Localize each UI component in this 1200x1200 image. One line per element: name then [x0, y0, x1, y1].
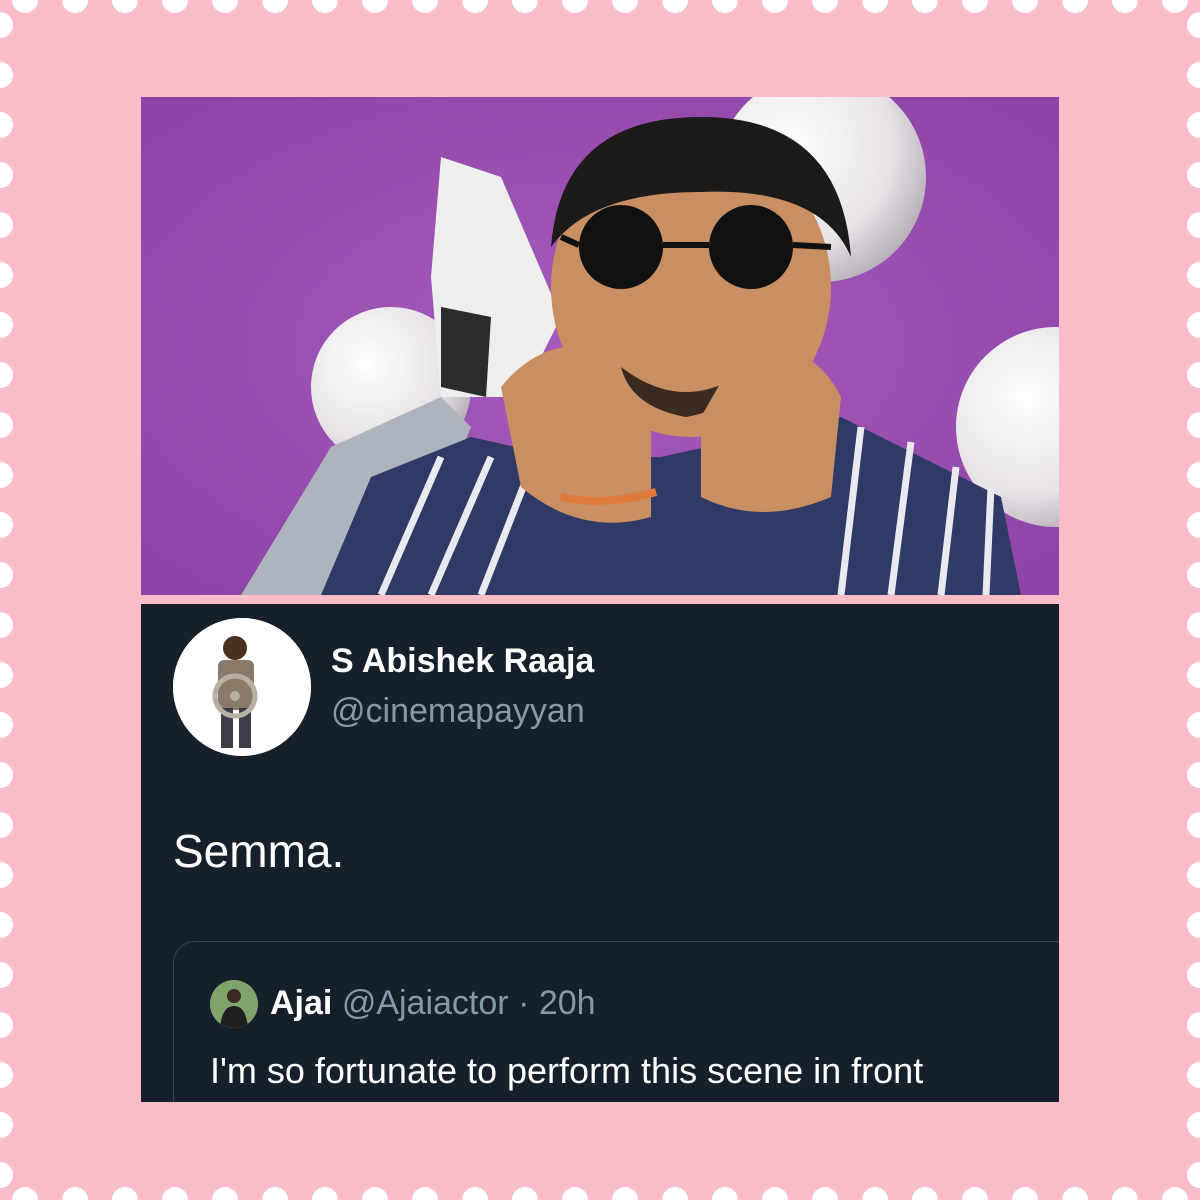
quoted-author-avatar[interactable] — [210, 980, 258, 1028]
quoted-author-name[interactable]: Ajai — [270, 984, 332, 1022]
author-display-name[interactable]: S Abishek Raaja — [331, 642, 594, 681]
tweet-text: Semma. — [173, 825, 345, 877]
quoted-text: I'm so fortunate to perform this scene i… — [210, 1050, 924, 1091]
quoted-author-handle[interactable]: @Ajaiactor — [342, 984, 509, 1022]
quoted-separator: · — [518, 984, 530, 1022]
person-avatar-icon — [173, 618, 311, 756]
author-avatar[interactable] — [173, 618, 311, 756]
quoted-timestamp[interactable]: 20h — [539, 984, 596, 1022]
quoted-tweet[interactable]: Ajai @Ajaiactor · 20h I'm so fortunate t… — [173, 941, 1059, 1102]
portrait-photo-icon — [141, 97, 1059, 595]
tweet-card[interactable]: S Abishek Raaja @cinemapayyan Semma. Aja… — [141, 604, 1059, 1102]
person-avatar-icon — [210, 980, 258, 1028]
author-handle[interactable]: @cinemapayyan — [331, 692, 585, 731]
quoted-header: Ajai @Ajaiactor · 20h — [270, 984, 596, 1023]
tweet-photo[interactable] — [141, 97, 1059, 595]
